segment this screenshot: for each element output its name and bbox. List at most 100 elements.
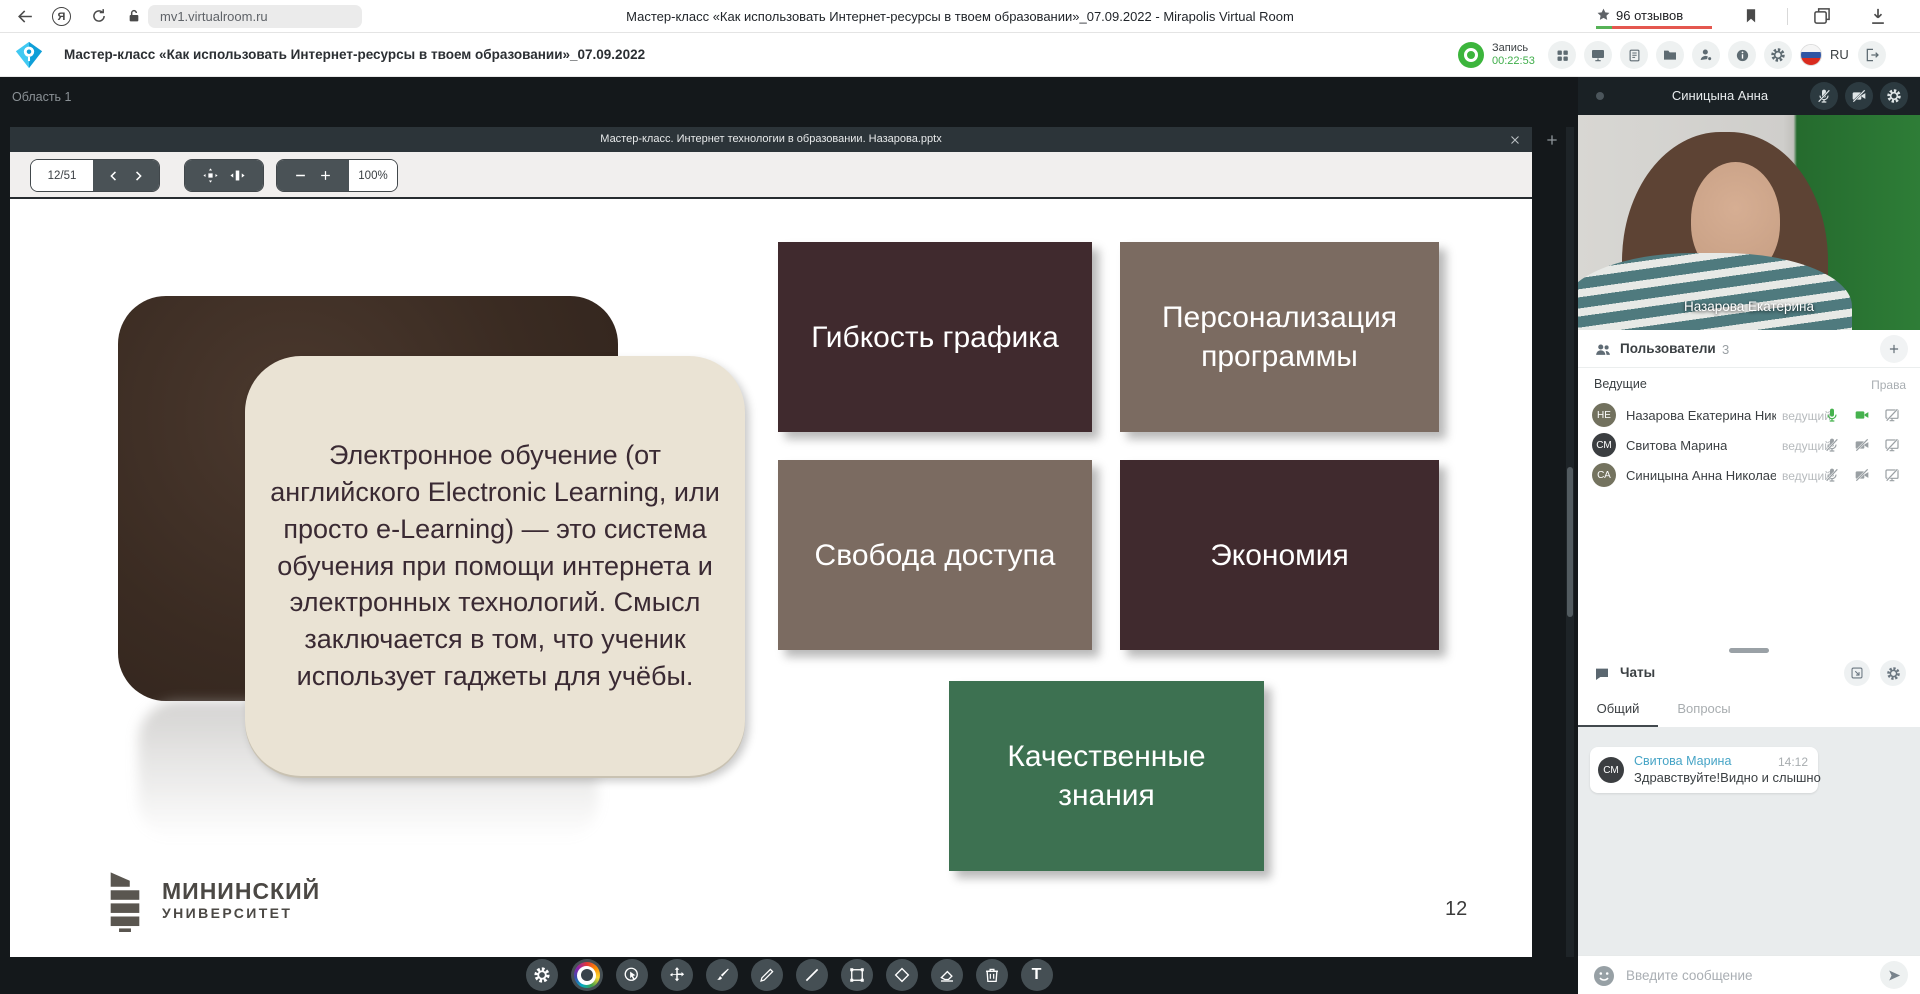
university-name-line1: МИНИНСКИЙ [162,878,320,905]
user-settings-button[interactable] [1692,41,1720,69]
speaker-name-label: Назарова Екатерина [1578,299,1920,314]
line-tool-button[interactable] [796,959,828,991]
emoji-icon[interactable] [1592,964,1616,988]
back-icon[interactable] [16,7,35,26]
zoom-out-button[interactable] [293,168,308,183]
russian-flag-icon[interactable] [1800,44,1822,66]
shape-tool-button[interactable] [886,959,918,991]
scrollbar-track[interactable] [1566,127,1574,957]
star-icon [1596,7,1611,22]
camera-on-icon[interactable] [1854,407,1870,423]
users-count: 3 [1722,342,1729,357]
university-building-icon [98,870,152,932]
user-row[interactable]: СМ Свитова Марина ведущий [1578,430,1920,460]
rating-underline [1596,26,1712,29]
url-text: mv1.virtualroom.ru [160,9,268,24]
recording-indicator-icon[interactable] [1458,42,1484,68]
scrollbar-thumb[interactable] [1567,467,1573,617]
presentation-window: Мастер-класс. Интернет технологии в обра… [10,127,1532,957]
mic-muted-button[interactable] [1810,82,1838,110]
area-label: Область 1 [12,90,71,104]
presenters-group-label: Ведущие [1594,377,1647,391]
bookmark-icon[interactable] [1742,7,1760,25]
camera-off-icon[interactable] [1854,467,1870,483]
camera-off-icon[interactable] [1854,437,1870,453]
send-button[interactable] [1880,961,1908,989]
mic-on-icon[interactable] [1824,407,1840,423]
presentation-filename: Мастер-класс. Интернет технологии в обра… [10,127,1532,152]
presentation-toolbar: 12/51 100% [10,152,1532,199]
close-presentation-button[interactable] [1505,130,1524,149]
message-time: 14:12 [1778,755,1808,769]
prev-page-button[interactable] [107,169,121,183]
yandex-icon[interactable]: Я [52,7,71,26]
language-label[interactable]: RU [1830,47,1849,62]
sidebar: Синицына Анна Назарова Екатерина Пользов… [1578,77,1920,994]
move-tool-button[interactable] [661,959,693,991]
chat-panel: Чаты Общий Вопросы СМ Свитова Марина 14:… [1578,655,1920,994]
fit-group [184,159,264,192]
tab-title: Мастер-класс «Как использовать Интернет-… [400,0,1520,33]
browser-chrome: Я mv1.virtualroom.ru Мастер-класс «Как и… [0,0,1920,33]
user-row[interactable]: НЕ Назарова Екатерина Ник... ведущий [1578,400,1920,430]
chat-tabs: Общий Вопросы [1578,691,1920,727]
chat-icon [1594,666,1610,682]
page-indicator[interactable]: 12/51 [31,160,93,191]
message-input[interactable] [1626,961,1856,989]
clear-all-button[interactable] [976,959,1008,991]
files-button[interactable] [1656,41,1684,69]
add-tab-button[interactable] [1540,128,1564,152]
tab-general[interactable]: Общий [1578,691,1658,727]
recording-time: 00:22:53 [1492,55,1535,68]
avatar: СМ [1598,757,1624,783]
avatar: СМ [1592,433,1616,457]
rights-column-label[interactable]: Права [1871,378,1906,392]
screen-off-icon[interactable] [1884,407,1900,423]
main-area: Область 1 Мастер-класс. Интернет техноло… [0,77,1578,994]
mic-off-icon[interactable] [1824,467,1840,483]
settings-button[interactable] [1764,41,1792,69]
chat-title: Чаты [1620,665,1655,680]
zoom-in-button[interactable] [318,168,333,183]
notes-button[interactable] [1620,41,1648,69]
mirapolis-logo-icon [14,40,44,70]
screen-off-icon[interactable] [1884,467,1900,483]
tab-questions[interactable]: Вопросы [1664,691,1744,727]
chat-header: Чаты [1578,655,1920,691]
add-user-button[interactable] [1880,335,1908,363]
next-page-button[interactable] [131,169,145,183]
fit-screen-button[interactable] [202,167,219,184]
video-settings-button[interactable] [1880,82,1908,110]
chat-settings-button[interactable] [1880,660,1906,686]
url-bar[interactable]: mv1.virtualroom.ru [148,5,362,28]
panel-resize-handle[interactable] [1729,648,1769,653]
color-picker-button[interactable] [571,959,603,991]
avatar: НЕ [1592,403,1616,427]
brush-tool-button[interactable] [706,959,738,991]
chat-input-bar [1578,955,1920,994]
fit-width-button[interactable] [229,167,246,184]
zoom-buttons [277,160,349,191]
pager-group: 12/51 [30,159,160,192]
rectangle-select-button[interactable] [841,959,873,991]
refresh-icon[interactable] [90,7,108,25]
mic-off-icon[interactable] [1824,437,1840,453]
screen-share-button[interactable] [1584,41,1612,69]
screen-off-icon[interactable] [1884,437,1900,453]
info-button[interactable] [1728,41,1756,69]
user-name: Назарова Екатерина Ник... [1626,408,1776,423]
layout-grid-button[interactable] [1548,41,1576,69]
collections-icon[interactable] [1812,6,1832,26]
download-icon[interactable] [1868,6,1888,26]
lock-icon[interactable] [126,8,142,24]
annotation-settings-button[interactable] [526,959,558,991]
camera-muted-button[interactable] [1845,82,1873,110]
user-row[interactable]: СА Синицына Анна Николае... ведущий [1578,460,1920,490]
pencil-tool-button[interactable] [751,959,783,991]
webcam-video[interactable]: Назарова Екатерина [1578,115,1920,330]
popout-chat-button[interactable] [1844,660,1870,686]
text-tool-button[interactable]: T [1021,959,1053,991]
eraser-tool-button[interactable] [931,959,963,991]
exit-button[interactable] [1858,41,1886,69]
laser-pointer-button[interactable] [616,959,648,991]
